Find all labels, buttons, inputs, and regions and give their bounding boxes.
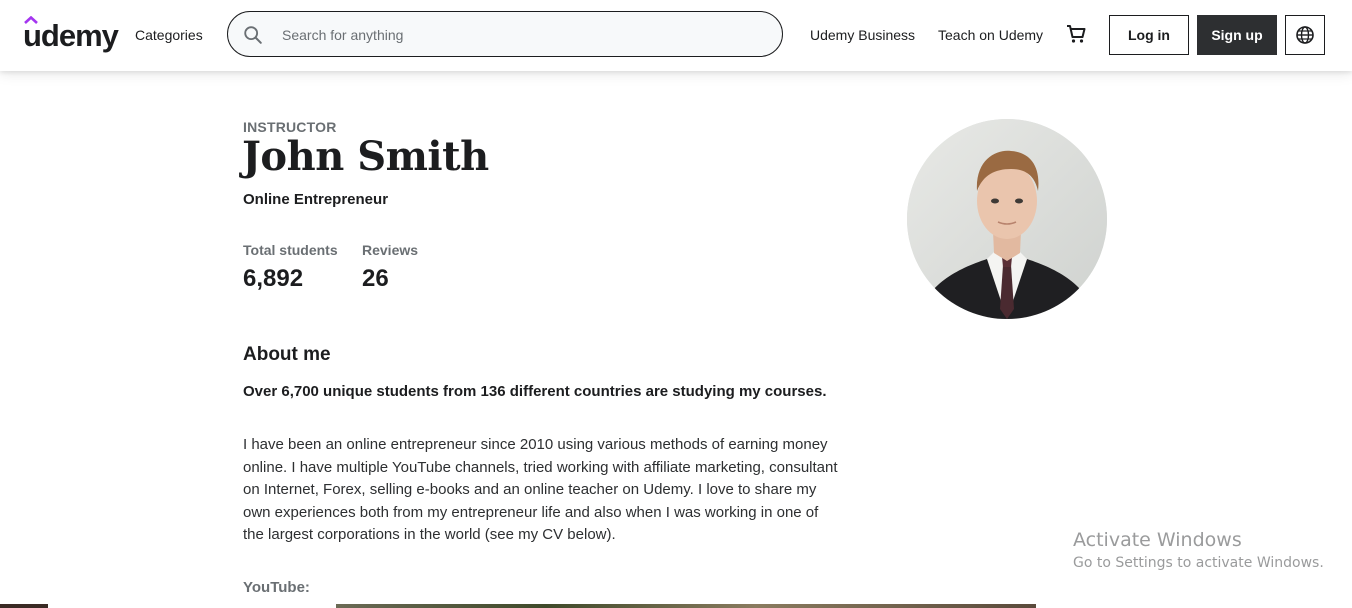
bio-text: I have been an online entrepreneur since… bbox=[243, 436, 838, 543]
total-students-label: Total students bbox=[243, 242, 338, 258]
categories-link[interactable]: Categories bbox=[135, 24, 203, 46]
globe-icon bbox=[1296, 26, 1314, 44]
search-bar[interactable] bbox=[227, 11, 783, 57]
total-students-value: 6,892 bbox=[243, 265, 304, 292]
bio-highlight: Over 6,700 unique students from 136 diff… bbox=[243, 383, 827, 400]
teach-on-udemy-link[interactable]: Teach on Udemy bbox=[938, 24, 1043, 46]
language-button[interactable] bbox=[1285, 15, 1325, 55]
strip-segment bbox=[0, 604, 48, 608]
instructor-headline: Online Entrepreneur bbox=[243, 191, 389, 208]
strip-segment bbox=[336, 604, 1036, 608]
logo-text: udemy bbox=[23, 18, 119, 53]
search-icon[interactable] bbox=[242, 24, 264, 46]
udemy-logo[interactable]: udemy bbox=[23, 16, 119, 56]
instructor-name: John Smith bbox=[242, 133, 489, 180]
windows-watermark-title: Activate Windows bbox=[1073, 529, 1242, 551]
signup-button[interactable]: Sign up bbox=[1197, 15, 1277, 55]
reviews-label: Reviews bbox=[362, 242, 419, 258]
top-navbar: udemy Categories Udemy Business Teach on… bbox=[0, 0, 1352, 71]
windows-watermark-subtitle: Go to Settings to activate Windows. bbox=[1073, 555, 1324, 571]
avatar-photo bbox=[907, 119, 1107, 319]
avatar bbox=[907, 119, 1107, 319]
about-me-heading: About me bbox=[243, 344, 331, 365]
cart-icon[interactable] bbox=[1064, 22, 1088, 46]
login-button[interactable]: Log in bbox=[1109, 15, 1189, 55]
youtube-heading: YouTube: bbox=[243, 579, 310, 596]
udemy-business-link[interactable]: Udemy Business bbox=[810, 24, 915, 46]
bottom-image-strip bbox=[0, 604, 1352, 608]
reviews-value: 26 bbox=[362, 265, 389, 292]
search-input[interactable] bbox=[280, 22, 764, 48]
